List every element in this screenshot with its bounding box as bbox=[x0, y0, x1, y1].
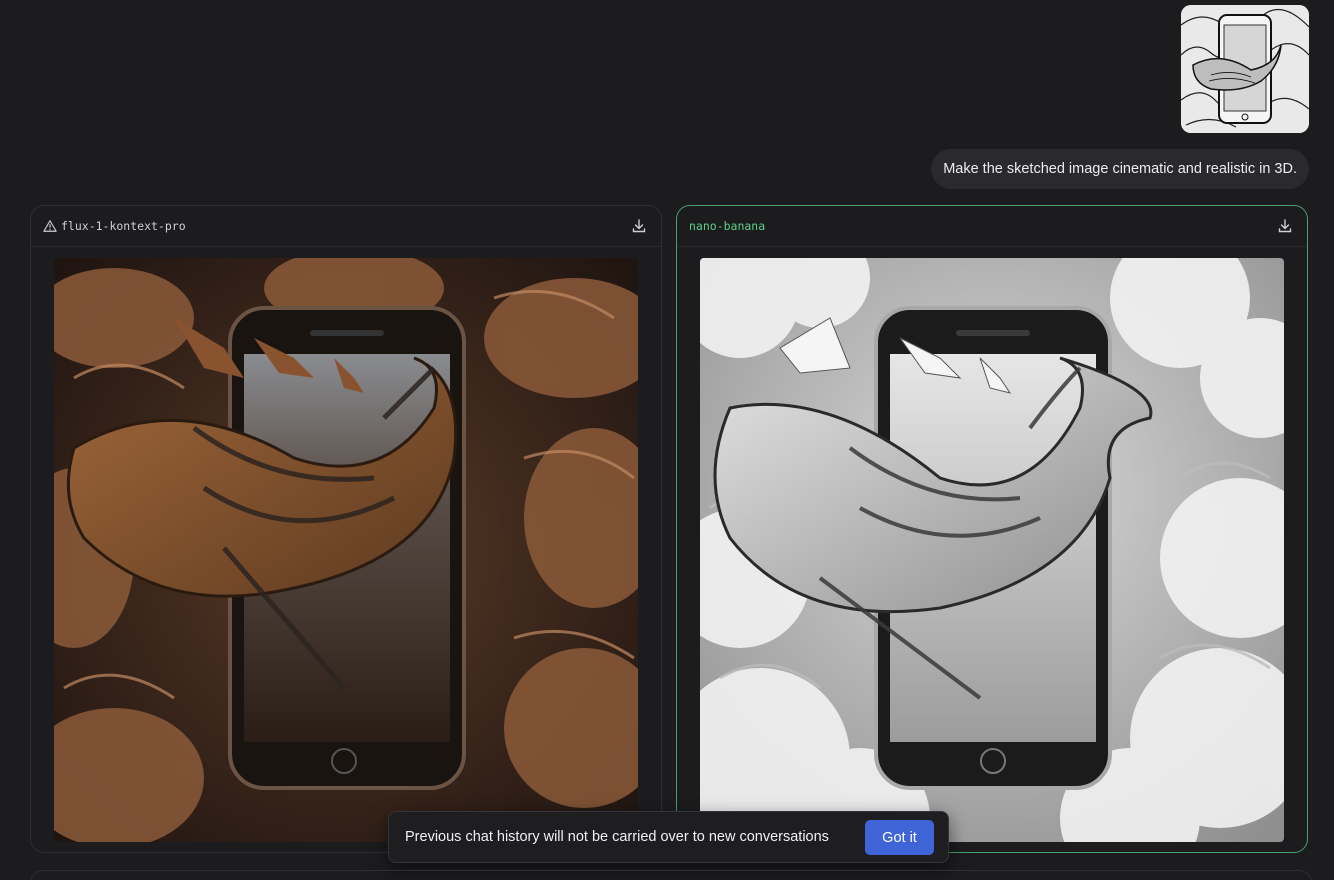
whale-phone-petals-image bbox=[54, 258, 638, 842]
model-label: flux-1-kontext-pro bbox=[43, 219, 186, 233]
result-card-nano-banana[interactable]: nano-banana bbox=[676, 205, 1308, 853]
sketch-image bbox=[1181, 5, 1309, 133]
model-label: nano-banana bbox=[689, 219, 765, 233]
generated-image[interactable] bbox=[700, 258, 1284, 842]
result-card-flux: flux-1-kontext-pro bbox=[30, 205, 662, 853]
warning-icon bbox=[43, 220, 57, 232]
model-name: flux-1-kontext-pro bbox=[61, 219, 186, 233]
toast-message: Previous chat history will not be carrie… bbox=[405, 829, 829, 845]
notice-toast: Previous chat history will not be carrie… bbox=[388, 811, 949, 863]
download-icon[interactable] bbox=[1277, 218, 1293, 234]
card-header: flux-1-kontext-pro bbox=[31, 206, 661, 247]
whale-phone-clouds-image bbox=[700, 258, 1284, 842]
card-header: nano-banana bbox=[677, 206, 1307, 247]
model-name: nano-banana bbox=[689, 219, 766, 233]
user-prompt-bubble: Make the sketched image cinematic and re… bbox=[931, 149, 1309, 189]
got-it-button[interactable]: Got it bbox=[865, 820, 934, 855]
generated-image[interactable] bbox=[54, 258, 638, 842]
download-icon[interactable] bbox=[631, 218, 647, 234]
next-message-card-edge bbox=[30, 870, 1312, 880]
user-attachment-thumbnail[interactable] bbox=[1181, 5, 1309, 133]
chat-page: Make the sketched image cinematic and re… bbox=[0, 0, 1334, 880]
